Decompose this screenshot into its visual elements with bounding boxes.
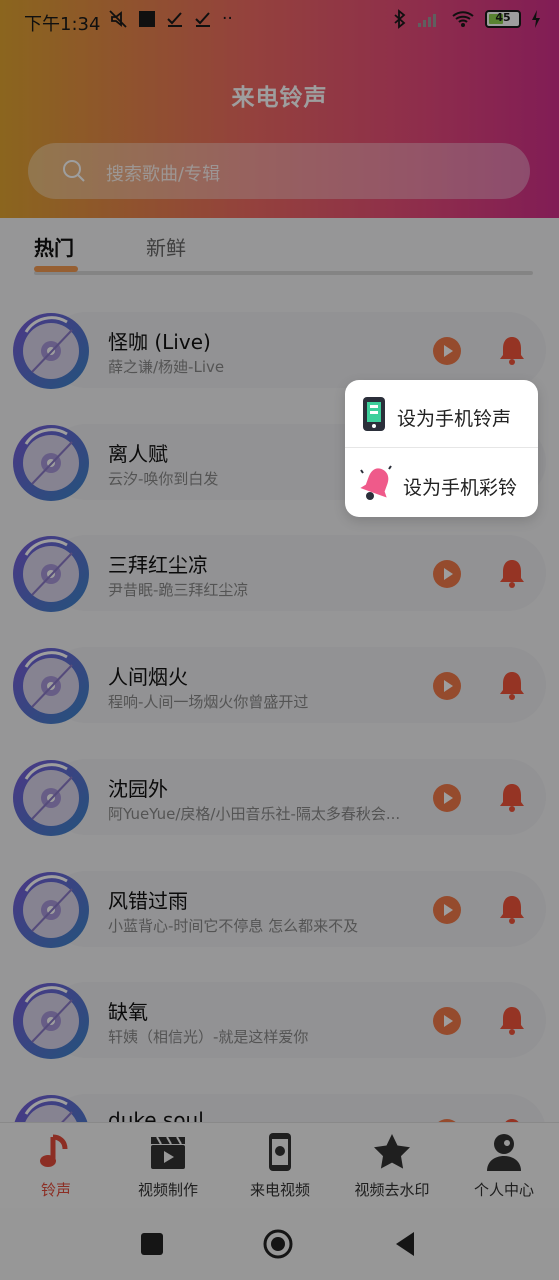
- set-phone-ringtone-option[interactable]: 设为手机铃声: [345, 380, 538, 448]
- modal-overlay[interactable]: [0, 0, 559, 1280]
- set-color-ringback-option[interactable]: 设为手机彩铃: [345, 449, 538, 517]
- phone-icon: [363, 397, 385, 431]
- bell-ring-icon: [360, 465, 392, 500]
- ringtone-action-menu: 设为手机铃声 设为手机彩铃: [345, 380, 538, 517]
